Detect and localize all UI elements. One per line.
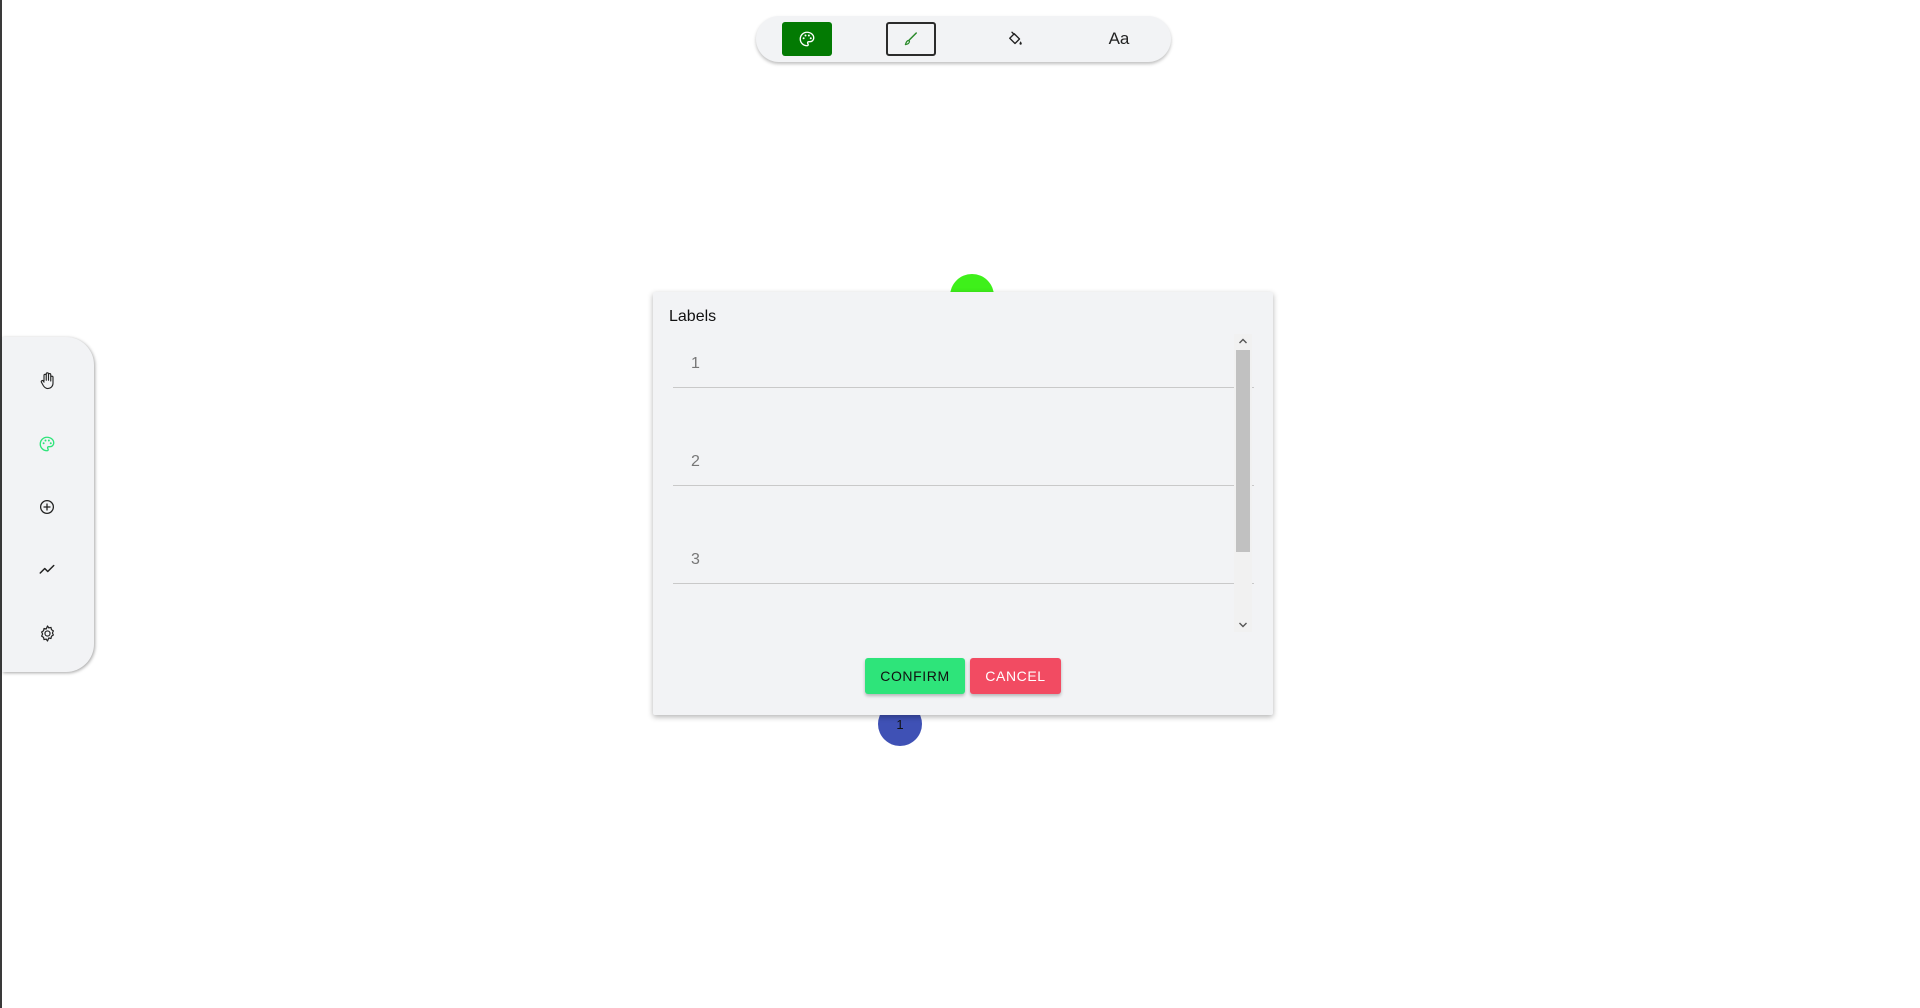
pan-tool-button[interactable]: [32, 366, 62, 396]
scroll-up-button[interactable]: [1234, 334, 1252, 348]
paint-bucket-tool-button[interactable]: [990, 22, 1040, 56]
add-circle-icon: [39, 499, 55, 515]
label-field-placeholder: 1: [691, 355, 700, 372]
brush-icon: [904, 32, 917, 46]
top-toolbar: Aa: [756, 16, 1171, 62]
label-field[interactable]: 1: [673, 334, 1254, 388]
confirm-button[interactable]: CONFIRM: [865, 658, 965, 694]
edge-tool-button[interactable]: [32, 555, 62, 585]
scroll-down-button[interactable]: [1234, 618, 1252, 632]
palette-panel-button[interactable]: [32, 429, 62, 459]
label-field[interactable]: 3: [673, 530, 1254, 584]
chevron-up-icon: [1239, 338, 1247, 344]
label-field-placeholder: 2: [691, 453, 700, 470]
label-field-placeholder: 3: [691, 551, 700, 568]
settings-button[interactable]: [32, 618, 62, 648]
node-label: 1: [896, 716, 904, 732]
paint-bucket-icon: [1009, 31, 1022, 45]
labels-dialog: Labels 1 2 3 CONFIRM CANCEL: [653, 292, 1273, 715]
hand-icon: [40, 372, 54, 390]
text-tool-button[interactable]: Aa: [1094, 22, 1144, 56]
label-field[interactable]: 2: [673, 432, 1254, 486]
add-node-button[interactable]: [32, 492, 62, 522]
palette-tool-button[interactable]: [782, 22, 832, 56]
side-panel: [2, 337, 94, 672]
line-chart-icon: [39, 564, 55, 574]
cancel-button[interactable]: CANCEL: [970, 658, 1061, 694]
dialog-title: Labels: [669, 308, 717, 325]
brush-tool-button[interactable]: [886, 22, 936, 56]
dialog-scrollbar[interactable]: [1234, 334, 1252, 632]
palette-icon: [799, 31, 815, 47]
gear-icon: [40, 624, 54, 642]
label-field-list: 1 2 3: [673, 334, 1254, 632]
chevron-down-icon: [1239, 622, 1247, 628]
text-tool-label: Aa: [1108, 29, 1130, 48]
scrollbar-thumb[interactable]: [1236, 350, 1250, 552]
palette-icon: [39, 436, 55, 452]
